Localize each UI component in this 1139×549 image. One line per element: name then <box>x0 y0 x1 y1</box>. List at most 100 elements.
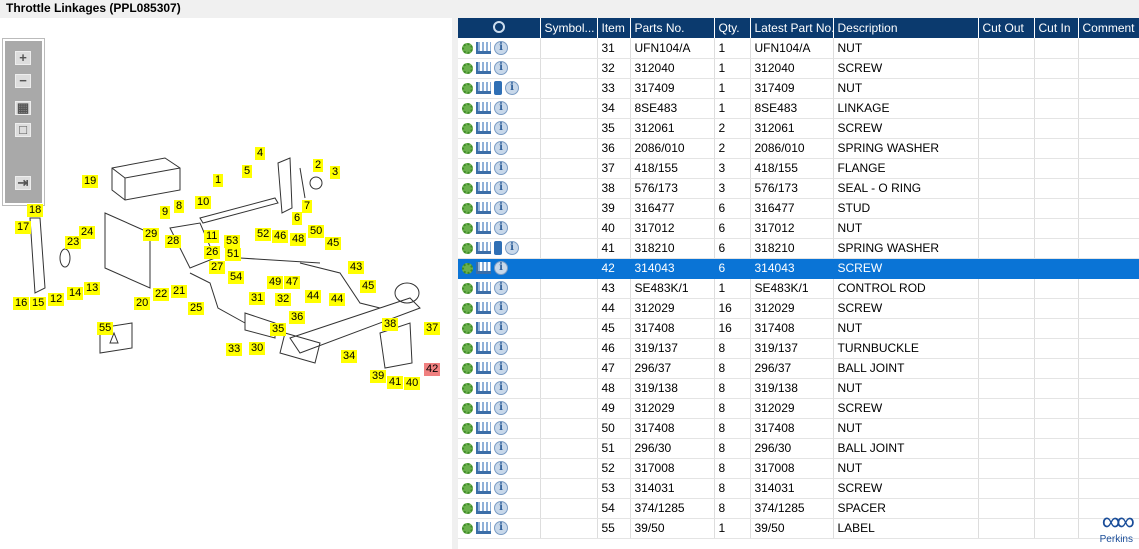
table-row[interactable]: i 39 316477 6 316477 STUD <box>458 198 1139 219</box>
table-row[interactable]: i 50 317408 8 317408 NUT <box>458 418 1139 439</box>
cart-icon[interactable] <box>476 202 491 215</box>
column-header-qty[interactable]: Qty. <box>714 18 751 38</box>
cart-icon[interactable] <box>476 62 491 75</box>
gear-icon[interactable] <box>462 142 473 154</box>
table-row[interactable]: i 35 312061 2 312061 SCREW <box>458 118 1139 139</box>
gear-icon[interactable] <box>462 482 473 494</box>
callout-12[interactable]: 12 <box>48 293 65 306</box>
table-row[interactable]: i 36 2086/010 2 2086/010 SPRING WASHER <box>458 138 1139 159</box>
gear-icon[interactable] <box>462 302 473 314</box>
table-row[interactable]: i 38 576/173 3 576/173 SEAL - O RING <box>458 178 1139 199</box>
callout-6[interactable]: 6 <box>292 212 303 225</box>
callout-47[interactable]: 47 <box>284 276 301 289</box>
column-header-cut-in[interactable]: Cut In <box>1034 18 1079 38</box>
callout-18[interactable]: 18 <box>27 204 44 217</box>
callout-43[interactable]: 43 <box>348 261 365 274</box>
callout-13[interactable]: 13 <box>84 282 101 295</box>
callout-45[interactable]: 45 <box>360 280 377 293</box>
cart-icon[interactable] <box>476 362 491 375</box>
gear-icon[interactable] <box>462 162 473 174</box>
callout-55[interactable]: 55 <box>97 322 114 335</box>
callout-14[interactable]: 14 <box>67 287 84 300</box>
cart-icon[interactable] <box>476 462 491 475</box>
table-row[interactable]: i 34 8SE483 1 8SE483 LINKAGE <box>458 98 1139 119</box>
cart-icon[interactable] <box>476 522 491 535</box>
parts-diagram[interactable]: + − ▦ □ ⇥ 1 2 3 4 5 6 7 8 9 10 11 12 13 14 15 16 17 18 19 2… <box>0 18 452 549</box>
info-icon[interactable]: i <box>494 101 508 116</box>
gear-icon[interactable] <box>462 442 473 454</box>
gear-icon[interactable] <box>462 422 473 434</box>
info-icon[interactable]: i <box>494 501 508 516</box>
callout-32[interactable]: 32 <box>275 293 292 306</box>
callout-5[interactable]: 5 <box>242 165 253 178</box>
gear-icon[interactable] <box>462 362 473 374</box>
callout-52[interactable]: 52 <box>255 228 272 241</box>
callout-42[interactable]: 42 <box>424 363 441 376</box>
info-icon[interactable]: i <box>494 161 508 176</box>
cart-icon[interactable] <box>476 102 491 115</box>
cart-icon[interactable] <box>476 222 491 235</box>
table-row[interactable]: i 42 314043 6 314043 SCREW <box>458 258 1139 279</box>
cart-icon[interactable] <box>476 402 491 415</box>
callout-20[interactable]: 20 <box>134 297 151 310</box>
callout-19[interactable]: 19 <box>82 175 99 188</box>
callout-49[interactable]: 49 <box>267 276 284 289</box>
search-column-header[interactable] <box>458 18 541 38</box>
info-icon[interactable]: i <box>505 81 519 96</box>
callout-38[interactable]: 38 <box>382 318 399 331</box>
table-row[interactable]: i 40 317012 6 317012 NUT <box>458 218 1139 239</box>
callout-30[interactable]: 30 <box>249 342 266 355</box>
search-icon[interactable] <box>492 20 505 33</box>
callout-9[interactable]: 9 <box>160 206 171 219</box>
gear-icon[interactable] <box>462 522 473 534</box>
gear-icon[interactable] <box>462 322 473 334</box>
callout-27[interactable]: 27 <box>209 261 226 274</box>
callout-22[interactable]: 22 <box>153 288 170 301</box>
info-icon[interactable]: i <box>494 181 508 196</box>
callout-21[interactable]: 21 <box>171 285 188 298</box>
column-header-latest-part-no[interactable]: Latest Part No. <box>750 18 834 38</box>
info-icon[interactable]: i <box>494 141 508 156</box>
info-icon[interactable]: i <box>494 341 508 356</box>
callout-2[interactable]: 2 <box>313 159 324 172</box>
callout-31[interactable]: 31 <box>249 292 266 305</box>
table-row[interactable]: i 31 UFN104/A 1 UFN104/A NUT <box>458 38 1139 59</box>
gear-icon[interactable] <box>462 342 473 354</box>
column-header-symbol[interactable]: Symbol... <box>540 18 598 38</box>
column-header-cut-out[interactable]: Cut Out <box>978 18 1035 38</box>
cart-icon[interactable] <box>476 302 491 315</box>
callout-25[interactable]: 25 <box>188 302 205 315</box>
gear-icon[interactable] <box>462 502 473 514</box>
info-icon[interactable]: i <box>494 301 508 316</box>
table-row[interactable]: i 54 374/1285 8 374/1285 SPACER <box>458 498 1139 519</box>
callout-36[interactable]: 36 <box>289 311 306 324</box>
cart-icon[interactable] <box>476 242 491 255</box>
info-icon[interactable]: i <box>494 521 508 536</box>
table-row[interactable]: i 45 317408 16 317408 NUT <box>458 318 1139 339</box>
info-icon[interactable]: i <box>494 41 508 56</box>
column-header-description[interactable]: Description <box>833 18 979 38</box>
callout-10[interactable]: 10 <box>195 196 212 209</box>
callout-40[interactable]: 40 <box>404 377 421 390</box>
info-icon[interactable]: i <box>494 421 508 436</box>
info-icon[interactable]: i <box>505 241 519 256</box>
callout-44[interactable]: 44 <box>305 290 322 303</box>
cart-icon[interactable] <box>476 382 491 395</box>
table-row[interactable]: i 51 296/30 8 296/30 BALL JOINT <box>458 438 1139 459</box>
cart-icon[interactable] <box>476 42 491 55</box>
gear-icon[interactable] <box>462 62 473 74</box>
info-icon[interactable]: i <box>494 261 508 276</box>
gear-icon[interactable] <box>462 122 473 134</box>
cart-icon[interactable] <box>476 482 491 495</box>
gear-icon[interactable] <box>462 242 473 254</box>
callout-50[interactable]: 50 <box>308 225 325 238</box>
cart-icon[interactable] <box>476 82 491 95</box>
gear-icon[interactable] <box>462 462 473 474</box>
gear-icon[interactable] <box>462 42 473 54</box>
table-row[interactable]: i 44 312029 16 312029 SCREW <box>458 298 1139 319</box>
info-icon[interactable]: i <box>494 481 508 496</box>
callout-17[interactable]: 17 <box>15 221 32 234</box>
info-icon[interactable]: i <box>494 61 508 76</box>
callout-45[interactable]: 45 <box>325 237 342 250</box>
column-header-parts-no[interactable]: Parts No. <box>630 18 715 38</box>
